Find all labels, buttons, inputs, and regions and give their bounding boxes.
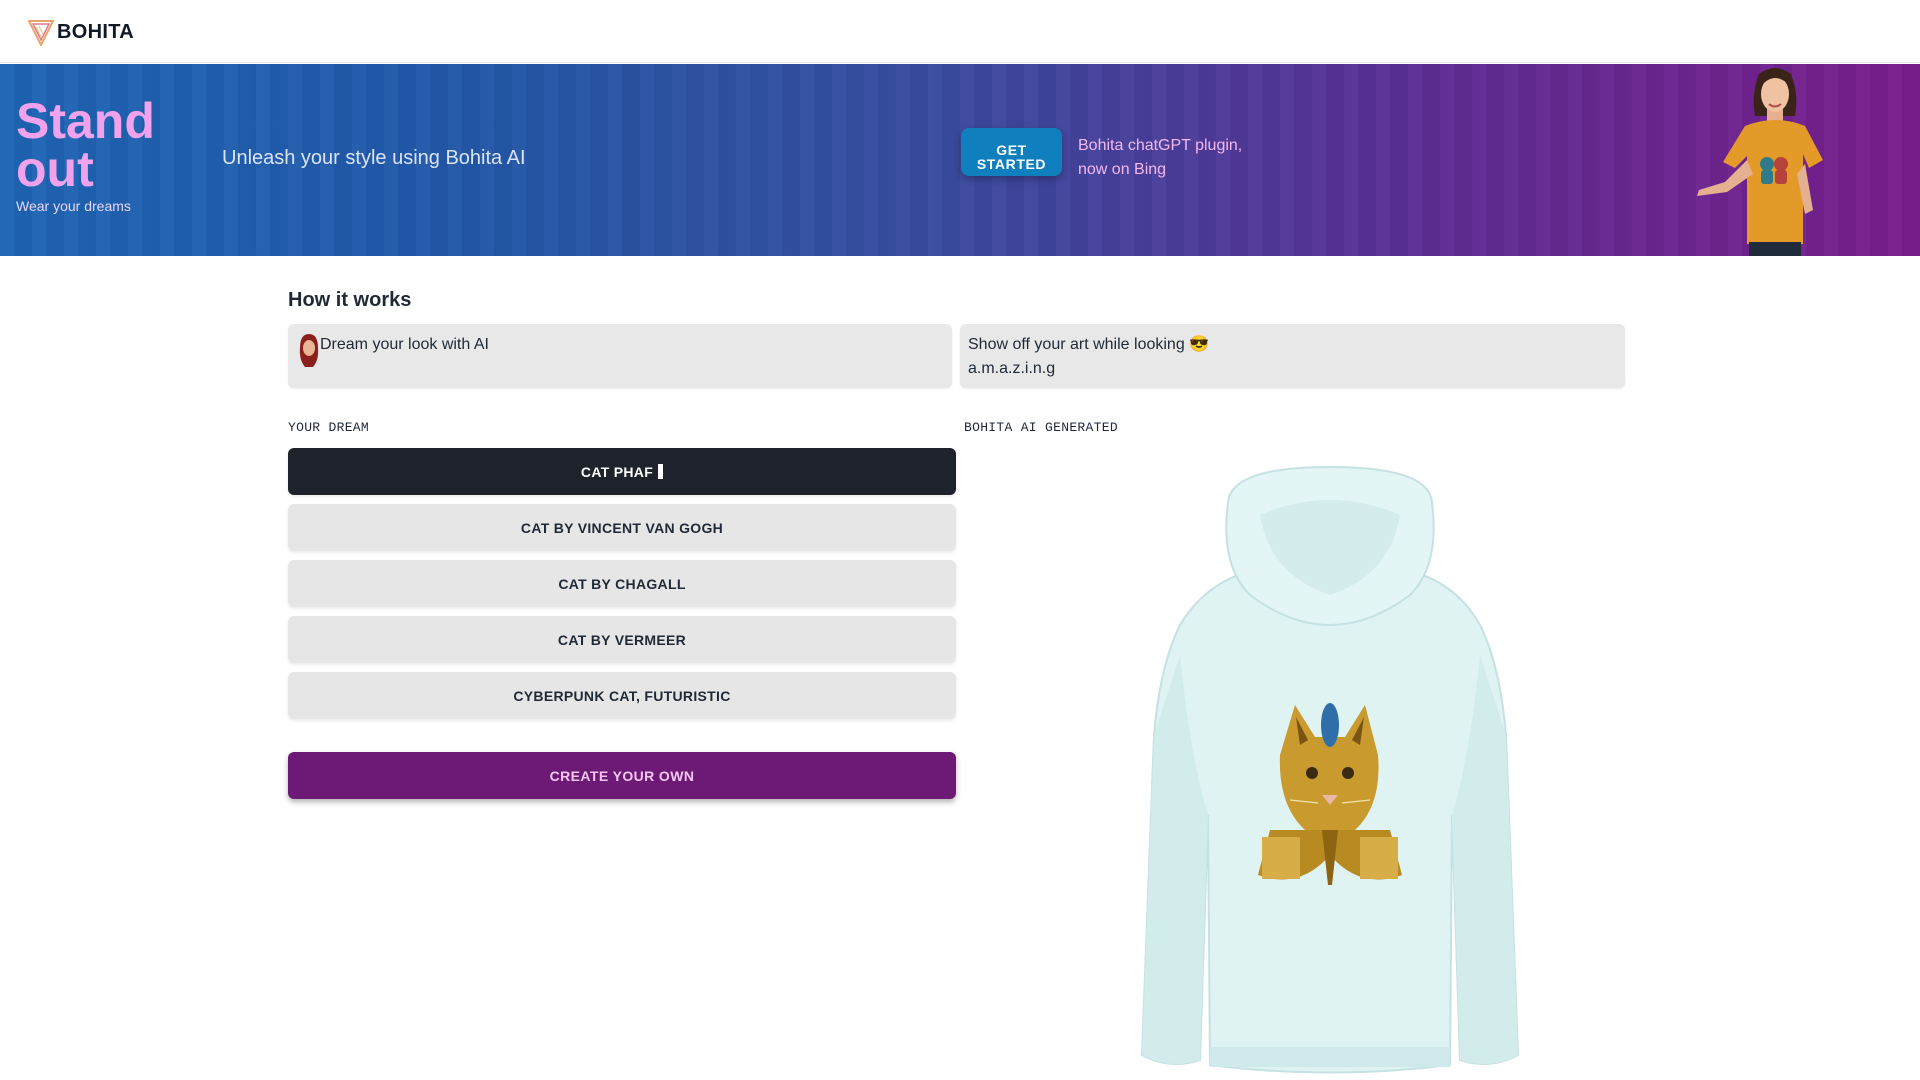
hero-banner: Stand out Wear your dreams Unleash your … <box>0 64 1920 256</box>
step-text-show-off-line1: Show off your art while looking 😎 <box>968 336 1210 353</box>
brand-logo-link[interactable]: BOHITA <box>28 18 134 46</box>
prompt-button-chagall[interactable]: CAT BY CHAGALL <box>288 560 956 607</box>
step-text-dream: Dream your look with AI <box>320 336 489 353</box>
brand-name: BOHITA <box>57 20 134 43</box>
step-text-show-off-line2: a.m.a.z.i.n.g <box>968 360 1056 377</box>
how-it-works-title: How it works <box>288 289 412 311</box>
get-started-label-line2: STARTED <box>976 156 1047 172</box>
bohita-logo-icon <box>28 20 54 46</box>
create-your-own-button[interactable]: CREATE YOUR OWN <box>288 752 956 799</box>
prompt-typing-input[interactable]: CAT PHAF <box>288 448 956 495</box>
prompt-button-vermeer[interactable]: CAT BY VERMEER <box>288 616 956 663</box>
plugin-line2: now on Bing <box>1078 161 1167 178</box>
step-text-show-off: Show off your art while looking 😎 a.m.a.… <box>968 333 1268 381</box>
woman-avatar-icon <box>299 334 319 367</box>
hero-tagline: Unleash your style using Bohita AI <box>222 147 526 169</box>
text-cursor-icon <box>658 463 664 479</box>
prompt-button-cyberpunk[interactable]: CYBERPUNK CAT, FUTURISTIC <box>288 672 956 719</box>
plugin-announcement: Bohita chatGPT plugin, now on Bing <box>1078 134 1278 182</box>
generated-label: BOHITA AI GENERATED <box>964 420 1118 435</box>
top-navbar: BOHITA <box>0 0 1920 63</box>
step-card-dream: Dream your look with AI <box>288 324 952 388</box>
hero-model-image <box>1697 68 1823 256</box>
your-dream-label: YOUR DREAM <box>288 420 370 435</box>
get-started-button[interactable]: GET STARTED <box>961 128 1062 176</box>
prompt-button-van-gogh[interactable]: CAT BY VINCENT VAN GOGH <box>288 504 956 551</box>
generated-hoodie-image <box>1140 465 1520 1074</box>
prompt-typing-value: CAT PHAF <box>580 463 654 480</box>
hero-title: Stand out <box>16 96 155 194</box>
hero-title-line2: out <box>16 141 94 197</box>
step-card-show-off: Show off your art while looking 😎 a.m.a.… <box>960 324 1625 388</box>
hero-subtitle: Wear your dreams <box>16 198 131 214</box>
plugin-line1: Bohita chatGPT plugin, <box>1078 137 1243 154</box>
